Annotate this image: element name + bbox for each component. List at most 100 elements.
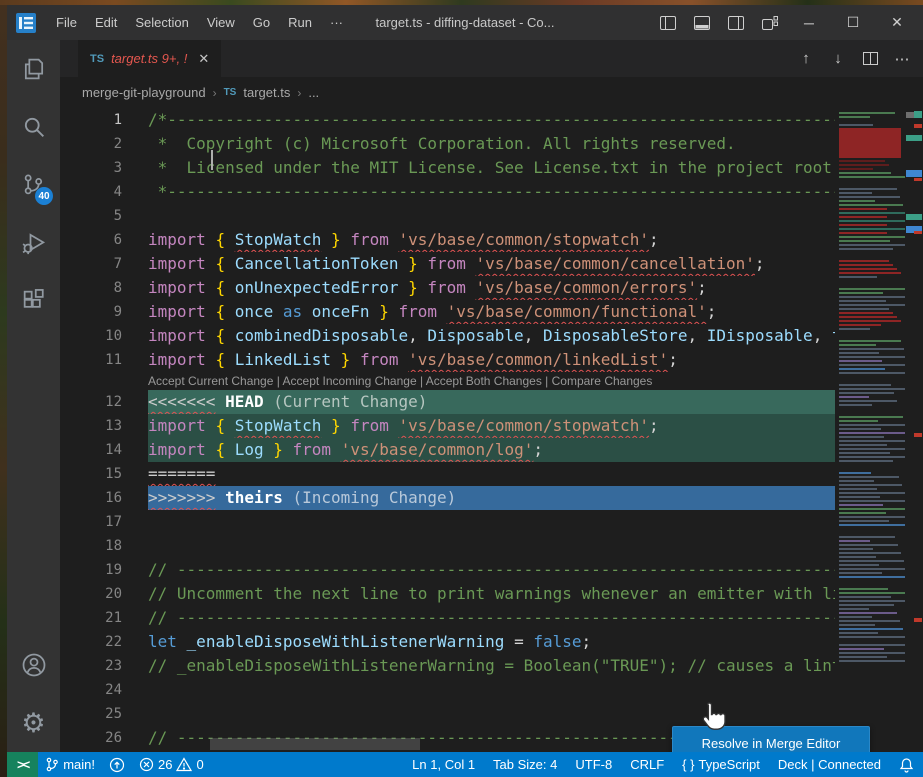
code-line-10[interactable]: 10import { combinedDisposable, Disposabl…	[60, 324, 835, 348]
line-number: 4	[60, 180, 122, 204]
code-text: // _enableDisposeWithListenerWarning = B…	[148, 654, 835, 678]
tab-close-icon[interactable]: ✕	[198, 51, 209, 67]
horizontal-scrollbar[interactable]	[210, 738, 420, 750]
connection-status-item[interactable]: Deck | Connected	[769, 752, 890, 777]
code-text: * Copyright (c) Microsoft Corporation. A…	[148, 132, 835, 156]
previous-change-button[interactable]: ↑	[793, 46, 819, 72]
line-number: 12	[60, 390, 122, 414]
publish-status-item[interactable]	[102, 752, 132, 777]
settings-button[interactable]: ⚙	[7, 694, 60, 752]
code-line-19[interactable]: 19// -----------------------------------…	[60, 558, 835, 582]
bell-icon	[899, 757, 914, 773]
encoding-item[interactable]: UTF-8	[566, 752, 621, 777]
indentation-item[interactable]: Tab Size: 4	[484, 752, 566, 777]
accounts-button[interactable]	[7, 636, 60, 694]
minimap[interactable]	[835, 108, 905, 752]
close-button[interactable]: ✕	[877, 9, 917, 37]
menu-file[interactable]: File	[47, 11, 86, 34]
more-actions-button[interactable]: ⋯	[889, 46, 915, 72]
mouse-hand-cursor	[698, 700, 728, 734]
toggle-panel-icon[interactable]	[687, 10, 717, 36]
toggle-secondary-sidebar-icon[interactable]	[721, 10, 751, 36]
toggle-primary-sidebar-icon[interactable]	[653, 10, 683, 36]
code-line-17[interactable]: 17	[60, 510, 835, 534]
code-line-20[interactable]: 20// Uncomment the next line to print wa…	[60, 582, 835, 606]
code-text: <<<<<<< HEAD (Current Change)	[148, 390, 835, 414]
menu-edit[interactable]: Edit	[86, 11, 126, 34]
cursor-position-item[interactable]: Ln 1, Col 1	[403, 752, 484, 777]
code-text: // -------------------------------------…	[148, 606, 835, 630]
editor-group: TS target.ts 9+, ! ✕ ↑ ↓ ⋯ merge-git-pla…	[60, 40, 923, 752]
remote-indicator[interactable]: ><	[7, 752, 38, 777]
line-number: 17	[60, 510, 122, 534]
minimize-button[interactable]: ─	[789, 9, 829, 37]
sidebar-item-source-control[interactable]: 40	[7, 156, 60, 214]
code-line-1[interactable]: 1/*-------------------------------------…	[60, 108, 835, 132]
branch-status-item[interactable]: main!	[38, 752, 102, 777]
code-line-16[interactable]: 16>>>>>>> theirs (Incoming Change)	[60, 486, 835, 510]
line-number: 22	[60, 630, 122, 654]
code-text: import { StopWatch } from 'vs/base/commo…	[148, 228, 835, 252]
sidebar-item-extensions[interactable]	[7, 272, 60, 330]
notifications-item[interactable]	[890, 752, 923, 777]
code-text: import { Log } from 'vs/base/common/log'…	[148, 438, 835, 462]
breadcrumb-file[interactable]: target.ts	[243, 85, 290, 100]
code-text: // Uncomment the next line to print warn…	[148, 582, 835, 606]
code-line-6[interactable]: 6import { StopWatch } from 'vs/base/comm…	[60, 228, 835, 252]
code-line-15[interactable]: 15=======	[60, 462, 835, 486]
tab-target-ts[interactable]: TS target.ts 9+, ! ✕	[78, 40, 221, 77]
line-number: 1	[60, 108, 122, 132]
code-line-8[interactable]: 8import { onUnexpectedError } from 'vs/b…	[60, 276, 835, 300]
breadcrumb-folder[interactable]: merge-git-playground	[82, 85, 206, 100]
code-text	[148, 678, 835, 702]
codelens-accept-current-change[interactable]: Accept Current Change	[148, 374, 273, 388]
code-text: let _enableDisposeWithListenerWarning = …	[148, 630, 835, 654]
code-line-12[interactable]: 12 <<<<<<< HEAD (Current Change)	[60, 390, 835, 414]
breadcrumb-symbol[interactable]: ...	[308, 85, 319, 100]
typescript-file-icon: TS	[90, 53, 104, 65]
breadcrumb: merge-git-playground › TS target.ts › ..…	[60, 77, 923, 108]
sidebar-item-explorer[interactable]	[7, 40, 60, 98]
code-line-14[interactable]: 14import { Log } from 'vs/base/common/lo…	[60, 438, 835, 462]
sidebar-item-search[interactable]	[7, 98, 60, 156]
code-line-21[interactable]: 21// -----------------------------------…	[60, 606, 835, 630]
menu-go[interactable]: Go	[244, 11, 279, 34]
activity-bar: 40 ⚙	[7, 40, 60, 752]
code-line-2[interactable]: 2 * Copyright (c) Microsoft Corporation.…	[60, 132, 835, 156]
code-line-18[interactable]: 18	[60, 534, 835, 558]
codelens-compare-changes[interactable]: Compare Changes	[552, 374, 653, 388]
explorer-icon	[20, 55, 48, 83]
customize-layout-icon[interactable]	[755, 10, 785, 36]
language-mode-item[interactable]: { } TypeScript	[673, 752, 769, 777]
sidebar-item-run-debug[interactable]	[7, 214, 60, 272]
next-change-button[interactable]: ↓	[825, 46, 851, 72]
split-editor-button[interactable]	[857, 46, 883, 72]
code-text	[148, 204, 835, 228]
code-line-7[interactable]: 7import { CancellationToken } from 'vs/b…	[60, 252, 835, 276]
code-line-23[interactable]: 23// _enableDisposeWithListenerWarning =…	[60, 654, 835, 678]
code-line-24[interactable]: 24	[60, 678, 835, 702]
code-text: import { LinkedList } from 'vs/base/comm…	[148, 348, 835, 372]
menu-selection[interactable]: Selection	[126, 11, 197, 34]
codelens-accept-incoming-change[interactable]: Accept Incoming Change	[283, 374, 417, 388]
menu-[interactable]: ···	[321, 11, 352, 34]
line-number: 11	[60, 348, 122, 372]
codelens-accept-both-changes[interactable]: Accept Both Changes	[426, 374, 542, 388]
menu-view[interactable]: View	[198, 11, 244, 34]
code-line-4[interactable]: 4 *-------------------------------------…	[60, 180, 835, 204]
code-line-13[interactable]: 13import { StopWatch } from 'vs/base/com…	[60, 414, 835, 438]
code-text	[148, 510, 835, 534]
eol-item[interactable]: CRLF	[621, 752, 673, 777]
maximize-button[interactable]: ☐	[833, 9, 873, 37]
code-line-9[interactable]: 9import { once as onceFn } from 'vs/base…	[60, 300, 835, 324]
line-number: 18	[60, 534, 122, 558]
problems-status-item[interactable]: 26 0	[132, 752, 211, 777]
code-line-11[interactable]: 11 import { LinkedList } from 'vs/base/co…	[60, 348, 835, 372]
code-line-3[interactable]: 3 * Licensed under the MIT License. See …	[60, 156, 835, 180]
code-editor[interactable]: 1/*-------------------------------------…	[60, 108, 835, 752]
tab-file-name: target.ts 9+, !	[111, 51, 187, 66]
menu-run[interactable]: Run	[279, 11, 321, 34]
code-text: import { combinedDisposable, Disposable,…	[148, 324, 835, 348]
code-line-22[interactable]: 22 let _enableDisposeWithListenerWarning …	[60, 630, 835, 654]
code-line-5[interactable]: 5	[60, 204, 835, 228]
